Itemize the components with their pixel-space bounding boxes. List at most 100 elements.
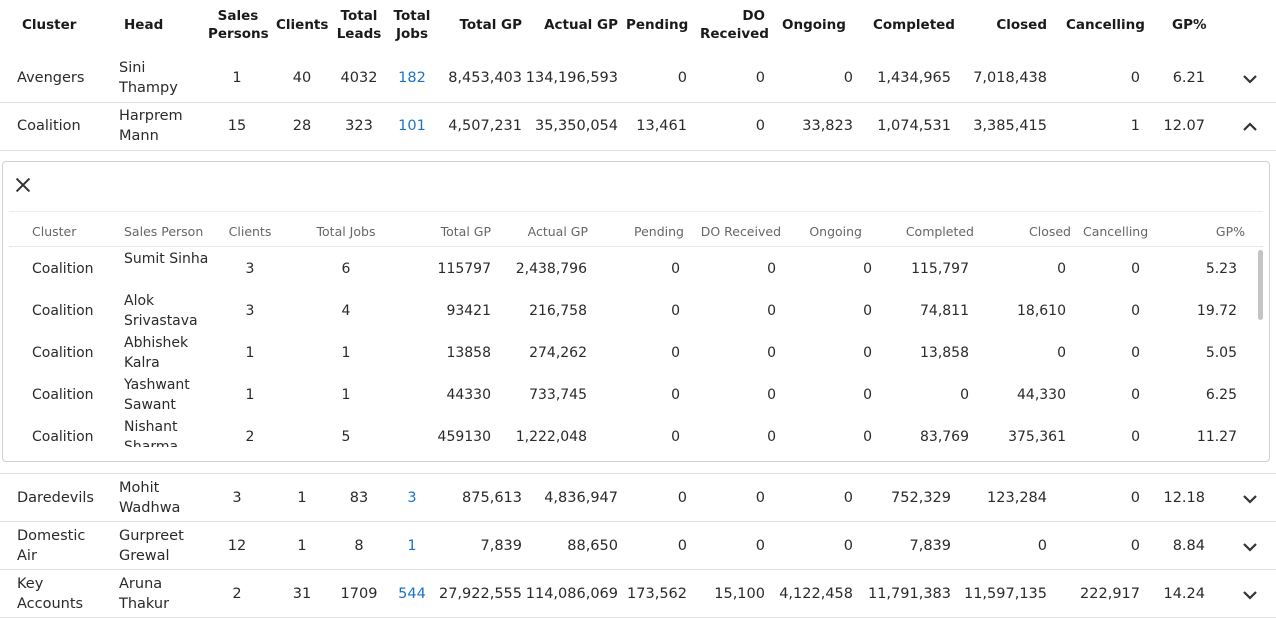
cell-sales-persons: 1 [232, 70, 242, 86]
detail-cell-cluster: Coalition [32, 387, 94, 403]
cell-pending: 0 [677, 490, 687, 506]
detail-header-pending: Pending [634, 224, 684, 239]
detail-cell-actual-gp: 216,758 [529, 303, 587, 319]
chevron-down-icon[interactable] [1238, 583, 1262, 607]
detail-cell-ongoing: 0 [863, 261, 872, 277]
detail-cell-gp-pct: 19.72 [1196, 303, 1237, 319]
cell-clients: 1 [297, 490, 307, 506]
row-divider [0, 150, 1276, 151]
cell-do-received: 0 [755, 538, 765, 554]
row-divider [0, 102, 1276, 103]
cell-actual-gp: 114,086,069 [525, 586, 618, 602]
cell-total-gp: 27,922,555 [438, 586, 522, 602]
cell-completed: 752,329 [891, 490, 951, 506]
header-closed: Closed [996, 17, 1047, 33]
header-gp-pct: GP% [1172, 17, 1207, 33]
close-icon[interactable] [12, 174, 34, 196]
cell-cluster: Coalition [17, 118, 81, 134]
detail-cell-cluster: Coalition [32, 345, 94, 361]
cell-closed: 7,018,438 [973, 70, 1047, 86]
cell-sales-persons: 12 [227, 538, 247, 554]
cell-gp-pct: 8.84 [1172, 538, 1205, 554]
cell-total-gp: 875,613 [462, 490, 522, 506]
detail-cell-ongoing: 0 [863, 429, 872, 445]
detail-cell-actual-gp: 2,438,796 [515, 261, 587, 277]
cell-head: Aruna Thakur [119, 576, 170, 612]
chevron-down-icon[interactable] [1238, 535, 1262, 559]
detail-cell-pending: 0 [671, 303, 680, 319]
detail-table-body[interactable]: Coalition Sumit Sinha 3 6 115797 2,438,7… [11, 248, 1259, 447]
cell-cancelling: 222,917 [1080, 586, 1140, 602]
cell-gp-pct: 12.18 [1163, 490, 1205, 506]
cell-gp-pct: 12.07 [1163, 118, 1205, 134]
chevron-down-icon[interactable] [1238, 487, 1262, 511]
cell-do-received: 0 [755, 118, 765, 134]
header-sales-persons: Sales Persons [208, 8, 269, 42]
detail-cell-sales-person: Yashwant Sawant [124, 377, 190, 413]
detail-cell-completed: 115,797 [911, 261, 969, 277]
detail-cell-ongoing: 0 [863, 345, 872, 361]
detail-cell-closed: 0 [1057, 345, 1066, 361]
detail-cell-cluster: Coalition [32, 261, 94, 277]
detail-cell-cancelling: 0 [1131, 345, 1140, 361]
detail-cell-total-gp: 93421 [446, 303, 491, 319]
cell-total-gp: 8,453,403 [448, 70, 522, 86]
row-divider [0, 569, 1276, 570]
cell-cluster: Daredevils [17, 490, 94, 506]
detail-cell-total-jobs: 6 [341, 261, 351, 277]
header-total-leads: Total Leads [336, 8, 382, 42]
detail-cell-total-jobs: 1 [341, 345, 351, 361]
cell-actual-gp: 35,350,054 [534, 118, 618, 134]
detail-header-total-gp: Total GP [440, 224, 491, 239]
cell-completed: 1,074,531 [877, 118, 951, 134]
header-clients: Clients [276, 17, 329, 33]
detail-cell-total-gp: 13858 [446, 345, 491, 361]
detail-cell-do-received: 0 [767, 261, 776, 277]
header-do-received: DO Received [700, 8, 769, 42]
detail-cell-cancelling: 0 [1131, 261, 1140, 277]
header-cluster: Cluster [22, 17, 77, 33]
cell-ongoing: 0 [843, 70, 853, 86]
cell-clients: 31 [292, 586, 312, 602]
header-cancelling: Cancelling [1066, 17, 1145, 33]
cell-cancelling: 0 [1130, 70, 1140, 86]
detail-cell-do-received: 0 [767, 429, 776, 445]
detail-header-divider [9, 246, 1263, 247]
chevron-down-icon[interactable] [1238, 67, 1262, 91]
cell-gp-pct: 6.21 [1172, 70, 1205, 86]
detail-cell-clients: 1 [245, 387, 255, 403]
detail-header-sales-person: Sales Person [124, 224, 204, 239]
cell-ongoing: 0 [843, 538, 853, 554]
detail-cell-gp-pct: 6.25 [1205, 387, 1237, 403]
cell-cancelling: 1 [1130, 118, 1140, 134]
header-actual-gp: Actual GP [544, 17, 618, 33]
cell-sales-persons: 2 [232, 586, 242, 602]
detail-cell-total-gp: 115797 [437, 261, 491, 277]
detail-scrollbar[interactable] [1258, 250, 1263, 320]
detail-header-ongoing: Ongoing [809, 224, 862, 239]
detail-cell-completed: 83,769 [920, 429, 969, 445]
cell-cluster: Avengers [17, 70, 85, 86]
cell-closed: 11,597,135 [963, 586, 1047, 602]
detail-header-cluster: Cluster [32, 224, 77, 239]
detail-cell-total-jobs: 4 [341, 303, 351, 319]
chevron-up-icon[interactable] [1238, 115, 1262, 139]
detail-divider [9, 211, 1263, 212]
detail-cell-closed: 375,361 [1008, 429, 1066, 445]
detail-cell-clients: 3 [245, 261, 255, 277]
detail-cell-pending: 0 [671, 345, 680, 361]
row-divider [0, 473, 1276, 474]
cell-cancelling: 0 [1130, 538, 1140, 554]
cell-cluster: Key Accounts [17, 576, 84, 612]
detail-cell-sales-person: Abhishek Kalra [124, 335, 189, 371]
cell-head: Gurpreet Grewal [119, 528, 184, 564]
cell-gp-pct: 14.24 [1163, 586, 1205, 602]
detail-cell-clients: 2 [245, 429, 255, 445]
cell-do-received: 0 [755, 70, 765, 86]
detail-cell-do-received: 0 [767, 387, 776, 403]
detail-cell-closed: 44,330 [1017, 387, 1066, 403]
cell-closed: 123,284 [987, 490, 1047, 506]
detail-cell-do-received: 0 [767, 303, 776, 319]
detail-cell-ongoing: 0 [863, 387, 872, 403]
detail-cell-cluster: Coalition [32, 429, 94, 445]
